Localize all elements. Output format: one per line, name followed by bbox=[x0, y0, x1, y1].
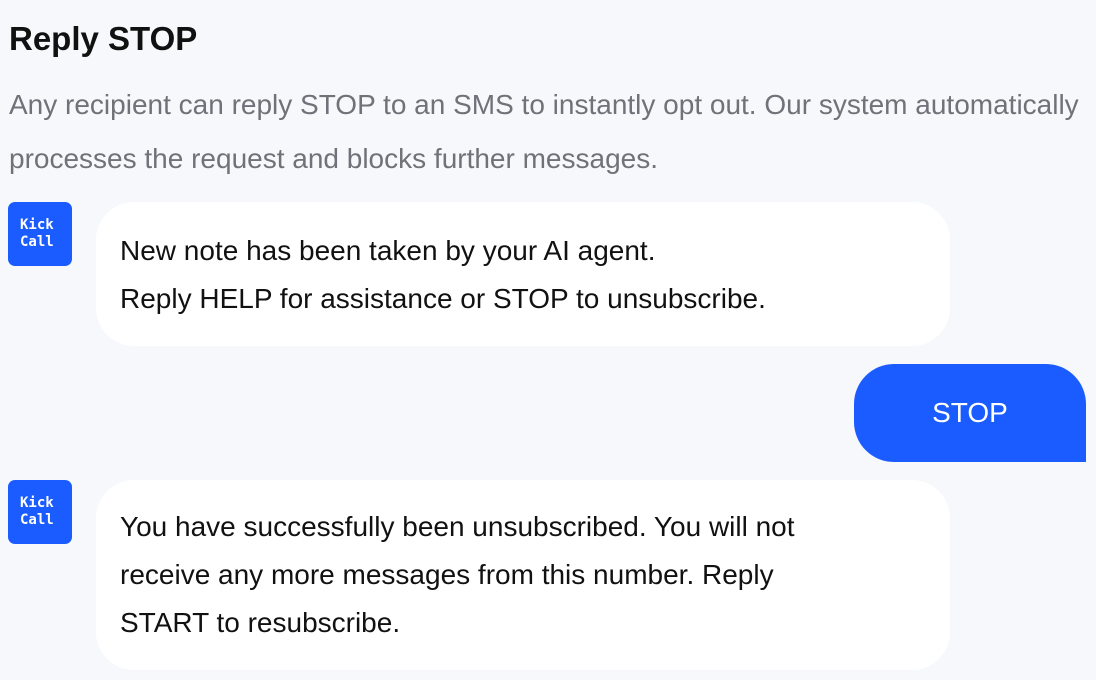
avatar-label-line1: Kick bbox=[20, 217, 54, 233]
avatar-label-line2: Call bbox=[20, 512, 54, 528]
avatar-label-line1: Kick bbox=[20, 495, 54, 511]
message-text-line: You have successfully been unsubscribed.… bbox=[120, 511, 795, 542]
outgoing-message-bubble: STOP bbox=[854, 364, 1086, 462]
incoming-message-bubble: You have successfully been unsubscribed.… bbox=[96, 480, 950, 670]
section-title: Reply STOP bbox=[9, 20, 198, 57]
incoming-message-bubble: New note has been taken by your AI agent… bbox=[96, 202, 950, 346]
message-text-line: Reply HELP for assistance or STOP to uns… bbox=[120, 283, 766, 314]
section-description: Any recipient can reply STOP to an SMS t… bbox=[9, 89, 1079, 174]
message-text: STOP bbox=[932, 397, 1008, 428]
message-text-line: receive any more messages from this numb… bbox=[120, 559, 774, 590]
message-text-line: New note has been taken by your AI agent… bbox=[120, 235, 656, 266]
kickcall-avatar: Kick Call bbox=[8, 480, 72, 544]
kickcall-avatar: Kick Call bbox=[8, 202, 72, 266]
message-text-line: START to resubscribe. bbox=[120, 607, 401, 638]
avatar-label-line2: Call bbox=[20, 234, 54, 250]
